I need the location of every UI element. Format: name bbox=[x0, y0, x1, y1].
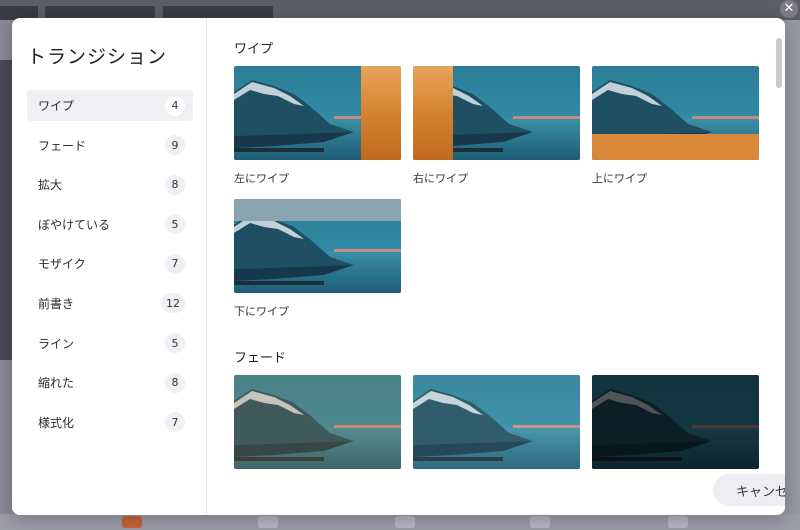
rect bbox=[234, 199, 401, 221]
background-chip bbox=[258, 516, 278, 528]
wipe-down-preview bbox=[234, 199, 401, 293]
category-count-badge: 9 bbox=[165, 135, 185, 156]
category-item[interactable]: ぼやけている 5 bbox=[27, 209, 193, 240]
category-count-badge: 8 bbox=[165, 372, 185, 393]
background-chip bbox=[395, 516, 415, 528]
transition-label: 右にワイプ bbox=[413, 172, 468, 185]
background-sidebar bbox=[0, 60, 12, 360]
section-title-fade: フェード bbox=[234, 351, 287, 366]
category-count-badge: 5 bbox=[165, 214, 185, 235]
transition-thumb-wipe-down[interactable] bbox=[234, 199, 401, 293]
dialog-title: トランジション bbox=[27, 46, 168, 68]
rect bbox=[234, 375, 401, 469]
transition-dialog: トランジション ワイプ 4 フェード 9 拡大 8 ぼやけている 5 モザイク 7 前書き 12 ライン… bbox=[12, 18, 785, 515]
wipe-left-preview bbox=[234, 66, 401, 160]
section-title-wipe: ワイプ bbox=[234, 42, 274, 57]
rect bbox=[592, 134, 759, 160]
transition-thumb-fade[interactable] bbox=[413, 375, 580, 469]
background-chip bbox=[530, 516, 550, 528]
rect bbox=[592, 375, 759, 469]
category-label: モザイク bbox=[38, 257, 86, 272]
category-count-badge: 4 bbox=[165, 95, 185, 116]
rect bbox=[413, 66, 453, 160]
category-item[interactable]: 縮れた 8 bbox=[27, 367, 193, 398]
category-label: ぼやけている bbox=[38, 217, 111, 232]
category-label: 拡大 bbox=[38, 178, 63, 193]
fade-preview bbox=[234, 375, 401, 469]
category-count-badge: 7 bbox=[165, 412, 185, 433]
transition-content: ワイプ 左にワイプ 右にワイプ 上にワイプ 下にワイプ フェード キャンセ bbox=[208, 18, 785, 515]
transition-thumb-wipe-up[interactable] bbox=[592, 66, 759, 160]
transition-thumb-fade[interactable] bbox=[234, 375, 401, 469]
background-chip bbox=[122, 516, 142, 528]
background-timeline bbox=[0, 514, 800, 530]
category-item[interactable]: 前書き 12 bbox=[27, 288, 193, 319]
category-count-badge: 8 bbox=[165, 174, 185, 195]
category-count-badge: 7 bbox=[165, 253, 185, 274]
category-item[interactable]: フェード 9 bbox=[27, 130, 193, 161]
transition-thumb-wipe-left[interactable] bbox=[234, 66, 401, 160]
rect bbox=[413, 375, 580, 469]
fade-preview bbox=[413, 375, 580, 469]
transition-thumb-wipe-right[interactable] bbox=[413, 66, 580, 160]
category-item[interactable]: 拡大 8 bbox=[27, 169, 193, 200]
category-list: ワイプ 4 フェード 9 拡大 8 ぼやけている 5 モザイク 7 前書き 12 ライン 5 縮れた 8 様式化… bbox=[27, 90, 193, 446]
wipe-right-preview bbox=[413, 66, 580, 160]
background-chip bbox=[668, 516, 688, 528]
rect bbox=[361, 66, 401, 160]
category-sidebar: トランジション ワイプ 4 フェード 9 拡大 8 ぼやけている 5 モザイク 7 前書き 12 ライン… bbox=[12, 18, 207, 515]
category-count-badge: 5 bbox=[165, 333, 185, 354]
category-item[interactable]: ライン 5 bbox=[27, 328, 193, 359]
category-label: ライン bbox=[38, 336, 75, 351]
category-label: 縮れた bbox=[38, 376, 75, 391]
transition-label: 左にワイプ bbox=[234, 172, 289, 185]
category-label: ワイプ bbox=[38, 99, 75, 113]
wipe-up-preview bbox=[592, 66, 759, 160]
close-icon[interactable]: ✕ bbox=[780, 0, 798, 18]
category-label: 前書き bbox=[38, 296, 75, 311]
category-item[interactable]: 様式化 7 bbox=[27, 407, 193, 438]
scrollbar-thumb[interactable] bbox=[776, 38, 782, 88]
category-item[interactable]: モザイク 7 bbox=[27, 248, 193, 279]
category-item[interactable]: ワイプ 4 bbox=[27, 90, 193, 121]
transition-label: 上にワイプ bbox=[592, 172, 647, 185]
category-label: フェード bbox=[38, 138, 87, 153]
category-count-badge: 12 bbox=[161, 293, 185, 314]
category-label: 様式化 bbox=[38, 415, 75, 430]
transition-thumb-fade[interactable] bbox=[592, 375, 759, 469]
transition-label: 下にワイプ bbox=[234, 305, 289, 318]
cancel-button[interactable]: キャンセル bbox=[713, 474, 785, 506]
fade-preview bbox=[592, 375, 759, 469]
